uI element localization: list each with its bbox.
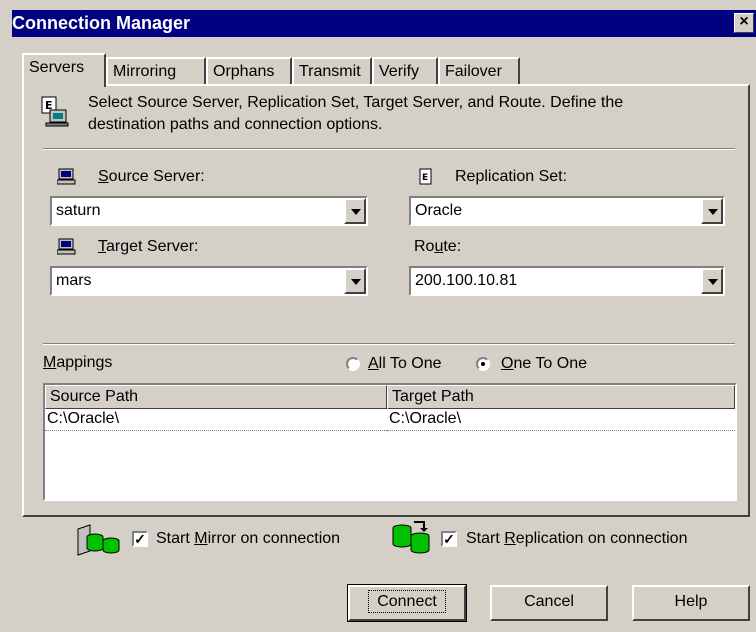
all-to-one-label[interactable]: All To One bbox=[368, 355, 442, 373]
source-server-dropdown-arrow-icon[interactable] bbox=[344, 198, 366, 224]
table-row-source-cell[interactable]: C:\Oracle\ bbox=[45, 409, 387, 431]
column-header-source-path[interactable]: Source Path bbox=[45, 385, 387, 409]
mappings-label: Mappings bbox=[43, 354, 113, 371]
connect-button[interactable]: Connect bbox=[347, 584, 467, 622]
route-combo[interactable]: 200.100.10.81 bbox=[409, 266, 725, 296]
divider-top bbox=[43, 148, 735, 150]
start-mirror-checkbox[interactable]: ✓ bbox=[132, 531, 148, 547]
start-replication-label[interactable]: Start Replication on connection bbox=[466, 530, 687, 548]
servers-info-icon: E bbox=[41, 96, 69, 127]
table-row-target-cell[interactable]: C:\Oracle\ bbox=[387, 409, 735, 431]
one-to-one-radio[interactable] bbox=[476, 357, 490, 371]
instructions-line-2: destination paths and connection options… bbox=[88, 116, 383, 133]
all-to-one-radio[interactable] bbox=[346, 357, 360, 371]
replication-set-label: Replication Set: bbox=[455, 168, 568, 185]
replication-icon bbox=[392, 521, 430, 554]
help-button[interactable]: Help bbox=[632, 585, 750, 621]
column-header-target-path[interactable]: Target Path bbox=[387, 385, 735, 409]
tab-failover[interactable]: Failover bbox=[438, 57, 520, 85]
target-server-combo[interactable]: mars bbox=[50, 266, 368, 296]
source-server-value: saturn bbox=[56, 202, 101, 219]
target-server-label: Target Server: bbox=[98, 238, 199, 255]
close-button[interactable]: × bbox=[734, 13, 754, 33]
replication-set-dropdown-arrow-icon[interactable] bbox=[701, 198, 723, 224]
tab-verify[interactable]: Verify bbox=[372, 57, 438, 85]
route-label: Route: bbox=[414, 238, 462, 255]
route-dropdown-arrow-icon[interactable] bbox=[701, 268, 723, 294]
route-value: 200.100.10.81 bbox=[415, 272, 518, 289]
cancel-button[interactable]: Cancel bbox=[490, 585, 608, 621]
target-server-dropdown-arrow-icon[interactable] bbox=[344, 268, 366, 294]
instructions-line-1: Select Source Server, Replication Set, T… bbox=[88, 94, 624, 111]
start-replication-checkbox[interactable]: ✓ bbox=[441, 531, 457, 547]
replication-set-icon: E bbox=[419, 168, 432, 185]
title-bar: Connection Manager × bbox=[12, 10, 756, 37]
one-to-one-label[interactable]: One To One bbox=[501, 355, 587, 373]
tab-orphans[interactable]: Orphans bbox=[206, 57, 292, 85]
source-server-label: Source Server: bbox=[98, 168, 205, 185]
target-server-value: mars bbox=[56, 272, 92, 289]
window-title: Connection Manager bbox=[12, 13, 191, 33]
mappings-list[interactable]: Source Path Target Path C:\Oracle\ C:\Or… bbox=[43, 383, 737, 501]
tab-servers[interactable]: Servers bbox=[22, 53, 106, 87]
connection-manager-window: Connection Manager × Servers Mirroring O… bbox=[0, 0, 756, 632]
close-icon: × bbox=[739, 13, 749, 30]
target-server-icon bbox=[57, 238, 76, 255]
tab-transmit[interactable]: Transmit bbox=[292, 57, 372, 85]
replication-set-combo[interactable]: Oracle bbox=[409, 196, 725, 226]
start-mirror-label[interactable]: Start Mirror on connection bbox=[156, 530, 340, 548]
divider-middle bbox=[43, 343, 735, 345]
replication-set-value: Oracle bbox=[415, 202, 463, 219]
source-server-icon bbox=[57, 168, 76, 185]
tab-mirroring[interactable]: Mirroring bbox=[106, 57, 206, 85]
svg-text:E: E bbox=[422, 173, 428, 183]
source-server-combo[interactable]: saturn bbox=[50, 196, 368, 226]
mirror-icon bbox=[77, 524, 120, 556]
